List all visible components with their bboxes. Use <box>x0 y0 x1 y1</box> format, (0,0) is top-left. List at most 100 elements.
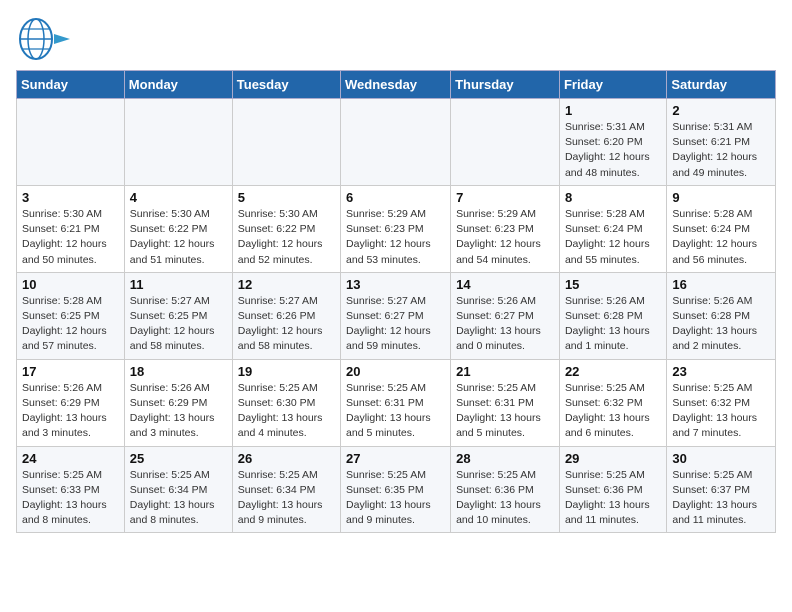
day-info: Sunrise: 5:25 AMSunset: 6:32 PMDaylight:… <box>672 381 770 442</box>
weekday-header-tuesday: Tuesday <box>232 71 340 99</box>
day-info: Sunrise: 5:25 AMSunset: 6:35 PMDaylight:… <box>346 468 445 529</box>
day-number: 11 <box>130 277 227 292</box>
calendar-cell: 14 Sunrise: 5:26 AMSunset: 6:27 PMDayligh… <box>451 272 560 359</box>
day-number: 23 <box>672 364 770 379</box>
day-info: Sunrise: 5:28 AMSunset: 6:24 PMDaylight:… <box>565 207 661 268</box>
day-number: 25 <box>130 451 227 466</box>
day-number: 17 <box>22 364 119 379</box>
day-number: 16 <box>672 277 770 292</box>
day-number: 22 <box>565 364 661 379</box>
calendar-table: SundayMondayTuesdayWednesdayThursdayFrid… <box>16 70 776 533</box>
logo-icon <box>16 16 72 62</box>
day-info: Sunrise: 5:28 AMSunset: 6:24 PMDaylight:… <box>672 207 770 268</box>
day-info: Sunrise: 5:30 AMSunset: 6:22 PMDaylight:… <box>238 207 335 268</box>
calendar-cell: 18Sunrise: 5:26 AMSunset: 6:29 PMDayligh… <box>124 359 232 446</box>
day-number: 10 <box>22 277 119 292</box>
day-info: Sunrise: 5:31 AMSunset: 6:21 PMDaylight:… <box>672 120 770 181</box>
calendar-cell: 19 Sunrise: 5:25 AMSunset: 6:30 PMDayligh… <box>232 359 340 446</box>
day-number: 26 <box>238 451 335 466</box>
day-number: 2 <box>672 103 770 118</box>
calendar-cell <box>124 99 232 186</box>
day-info: Sunrise: 5:26 AMSunset: 6:28 PMDaylight:… <box>672 294 770 355</box>
calendar-cell: 11 Sunrise: 5:27 AMSunset: 6:25 PMDayligh… <box>124 272 232 359</box>
calendar-week-row: 3 Sunrise: 5:30 AMSunset: 6:21 PMDaylight… <box>17 185 776 272</box>
weekday-header-saturday: Saturday <box>667 71 776 99</box>
calendar-cell: 28 Sunrise: 5:25 AMSunset: 6:36 PMDayligh… <box>451 446 560 533</box>
day-info: Sunrise: 5:31 AMSunset: 6:20 PMDaylight:… <box>565 120 661 181</box>
day-info: Sunrise: 5:26 AMSunset: 6:29 PMDaylight:… <box>22 381 119 442</box>
calendar-week-row: 24 Sunrise: 5:25 AMSunset: 6:33 PMDayligh… <box>17 446 776 533</box>
calendar-cell: 16 Sunrise: 5:26 AMSunset: 6:28 PMDayligh… <box>667 272 776 359</box>
calendar-cell <box>17 99 125 186</box>
calendar-cell <box>341 99 451 186</box>
calendar-cell: 23 Sunrise: 5:25 AMSunset: 6:32 PMDayligh… <box>667 359 776 446</box>
calendar-cell: 25Sunrise: 5:25 AMSunset: 6:34 PMDayligh… <box>124 446 232 533</box>
day-info: Sunrise: 5:25 AMSunset: 6:31 PMDaylight:… <box>456 381 554 442</box>
day-info: Sunrise: 5:27 AMSunset: 6:26 PMDaylight:… <box>238 294 335 355</box>
day-number: 6 <box>346 190 445 205</box>
weekday-header-friday: Friday <box>559 71 666 99</box>
calendar-cell: 5 Sunrise: 5:30 AMSunset: 6:22 PMDaylight… <box>232 185 340 272</box>
day-info: Sunrise: 5:29 AMSunset: 6:23 PMDaylight:… <box>346 207 445 268</box>
day-number: 24 <box>22 451 119 466</box>
day-info: Sunrise: 5:25 AMSunset: 6:34 PMDaylight:… <box>238 468 335 529</box>
calendar-week-row: 10Sunrise: 5:28 AMSunset: 6:25 PMDayligh… <box>17 272 776 359</box>
weekday-header-sunday: Sunday <box>17 71 125 99</box>
day-number: 27 <box>346 451 445 466</box>
day-number: 3 <box>22 190 119 205</box>
day-number: 5 <box>238 190 335 205</box>
calendar-cell: 9 Sunrise: 5:28 AMSunset: 6:24 PMDaylight… <box>667 185 776 272</box>
calendar-cell: 1 Sunrise: 5:31 AMSunset: 6:20 PMDaylight… <box>559 99 666 186</box>
day-info: Sunrise: 5:30 AMSunset: 6:21 PMDaylight:… <box>22 207 119 268</box>
day-info: Sunrise: 5:25 AMSunset: 6:36 PMDaylight:… <box>456 468 554 529</box>
weekday-header-wednesday: Wednesday <box>341 71 451 99</box>
calendar-cell: 15Sunrise: 5:26 AMSunset: 6:28 PMDayligh… <box>559 272 666 359</box>
calendar-cell: 12 Sunrise: 5:27 AMSunset: 6:26 PMDayligh… <box>232 272 340 359</box>
day-info: Sunrise: 5:25 AMSunset: 6:36 PMDaylight:… <box>565 468 661 529</box>
day-number: 19 <box>238 364 335 379</box>
day-number: 4 <box>130 190 227 205</box>
day-info: Sunrise: 5:27 AMSunset: 6:27 PMDaylight:… <box>346 294 445 355</box>
logo <box>16 16 74 62</box>
calendar-cell: 22 Sunrise: 5:25 AMSunset: 6:32 PMDayligh… <box>559 359 666 446</box>
calendar-cell: 26 Sunrise: 5:25 AMSunset: 6:34 PMDayligh… <box>232 446 340 533</box>
calendar-week-row: 17 Sunrise: 5:26 AMSunset: 6:29 PMDayligh… <box>17 359 776 446</box>
day-number: 13 <box>346 277 445 292</box>
day-info: Sunrise: 5:30 AMSunset: 6:22 PMDaylight:… <box>130 207 227 268</box>
day-info: Sunrise: 5:25 AMSunset: 6:30 PMDaylight:… <box>238 381 335 442</box>
day-number: 1 <box>565 103 661 118</box>
day-number: 14 <box>456 277 554 292</box>
day-number: 12 <box>238 277 335 292</box>
calendar-cell: 7Sunrise: 5:29 AMSunset: 6:23 PMDaylight… <box>451 185 560 272</box>
day-info: Sunrise: 5:25 AMSunset: 6:32 PMDaylight:… <box>565 381 661 442</box>
day-info: Sunrise: 5:25 AMSunset: 6:33 PMDaylight:… <box>22 468 119 529</box>
calendar-cell: 4 Sunrise: 5:30 AMSunset: 6:22 PMDaylight… <box>124 185 232 272</box>
calendar-cell: 30Sunrise: 5:25 AMSunset: 6:37 PMDayligh… <box>667 446 776 533</box>
day-number: 18 <box>130 364 227 379</box>
calendar-cell <box>451 99 560 186</box>
day-info: Sunrise: 5:25 AMSunset: 6:31 PMDaylight:… <box>346 381 445 442</box>
day-info: Sunrise: 5:27 AMSunset: 6:25 PMDaylight:… <box>130 294 227 355</box>
day-number: 29 <box>565 451 661 466</box>
calendar-cell: 10Sunrise: 5:28 AMSunset: 6:25 PMDayligh… <box>17 272 125 359</box>
day-number: 8 <box>565 190 661 205</box>
calendar-cell: 21 Sunrise: 5:25 AMSunset: 6:31 PMDayligh… <box>451 359 560 446</box>
day-number: 30 <box>672 451 770 466</box>
calendar-cell: 17 Sunrise: 5:26 AMSunset: 6:29 PMDayligh… <box>17 359 125 446</box>
calendar-cell: 3 Sunrise: 5:30 AMSunset: 6:21 PMDaylight… <box>17 185 125 272</box>
calendar-cell: 20Sunrise: 5:25 AMSunset: 6:31 PMDayligh… <box>341 359 451 446</box>
day-number: 7 <box>456 190 554 205</box>
calendar-cell: 29 Sunrise: 5:25 AMSunset: 6:36 PMDayligh… <box>559 446 666 533</box>
calendar-header-row: SundayMondayTuesdayWednesdayThursdayFrid… <box>17 71 776 99</box>
calendar-cell: 24 Sunrise: 5:25 AMSunset: 6:33 PMDayligh… <box>17 446 125 533</box>
day-number: 28 <box>456 451 554 466</box>
page-header <box>16 16 776 62</box>
day-info: Sunrise: 5:26 AMSunset: 6:28 PMDaylight:… <box>565 294 661 355</box>
calendar-cell: 2 Sunrise: 5:31 AMSunset: 6:21 PMDaylight… <box>667 99 776 186</box>
calendar-cell <box>232 99 340 186</box>
calendar-cell: 13 Sunrise: 5:27 AMSunset: 6:27 PMDayligh… <box>341 272 451 359</box>
calendar-cell: 8 Sunrise: 5:28 AMSunset: 6:24 PMDaylight… <box>559 185 666 272</box>
day-info: Sunrise: 5:26 AMSunset: 6:27 PMDaylight:… <box>456 294 554 355</box>
day-number: 21 <box>456 364 554 379</box>
day-number: 9 <box>672 190 770 205</box>
